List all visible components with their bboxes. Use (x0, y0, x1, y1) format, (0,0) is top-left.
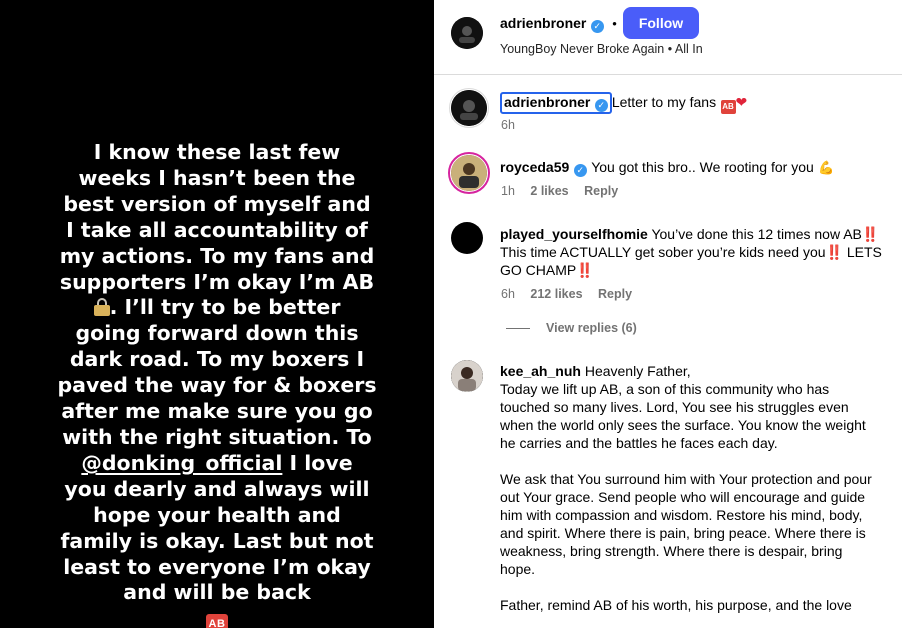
verified-icon: ✓ (594, 99, 608, 112)
story-line: with the right situation. To (62, 424, 372, 449)
comment-line: GO CHAMP‼️ (500, 261, 896, 279)
comment-likes[interactable]: 2 likes (530, 184, 568, 198)
avatar-ring (449, 88, 489, 128)
comment: kee_ah_nuh Heavenly Father, Today we lif… (500, 362, 898, 614)
comment-line: Father, remind AB of his worth, his purp… (500, 597, 852, 613)
comment-line: weakness, bring strength. Where there is… (500, 543, 843, 559)
double-exclamation-icon: ‼️ (825, 244, 843, 260)
caption-time: 6h (501, 118, 515, 132)
story-line-text: I love (282, 450, 353, 475)
comment-text: LETS (842, 244, 882, 260)
comment-line (500, 578, 898, 596)
story-line: dark road. To my boxers I (69, 347, 365, 372)
comment-line: hope. (500, 561, 536, 577)
verified-icon: ✓ (590, 20, 604, 33)
avatar[interactable] (451, 222, 483, 254)
story-image: I know these last few weeks I hasn’t bee… (0, 0, 434, 628)
story-line: and will be back (123, 580, 311, 605)
story-line: best version of myself and (63, 191, 371, 216)
ab-badge: AB (720, 100, 736, 114)
story-line: weeks I hasn’t been the (78, 165, 356, 190)
comment: royceda59 ✓ You got this bro.. We rootin… (500, 158, 890, 177)
story-mention: @donking_official (81, 450, 283, 475)
comment-text: Heavenly Father, (584, 363, 691, 379)
comment-text: You’ve done this 12 times now AB (651, 226, 862, 242)
avatar[interactable] (451, 17, 483, 49)
comment-line: out Your grace. Send people who will enc… (500, 489, 866, 505)
comment-line: him with compassion and wisdom. Restore … (500, 507, 863, 523)
reply-button[interactable]: Reply (584, 184, 618, 198)
caption-row: adrienbroner ✓ Letter to my fans AB ❤ (500, 92, 747, 114)
story-line: supporters I’m okay I’m AB (59, 269, 375, 294)
comment-line (500, 452, 898, 470)
double-exclamation-icon: ‼️ (576, 262, 594, 278)
audio-info[interactable]: YoungBoy Never Broke Again • All In (500, 42, 703, 56)
avatar[interactable] (451, 360, 483, 392)
story-line: . I’ll try to be better (6, 295, 428, 321)
comment-username[interactable]: played_yourselfhomie (500, 226, 648, 242)
caption-username[interactable]: adrienbroner (504, 94, 590, 110)
follow-button[interactable]: Follow (623, 7, 699, 39)
comment-username[interactable]: kee_ah_nuh (500, 363, 581, 379)
comment-username[interactable]: royceda59 (500, 159, 569, 175)
comment-line: he carries and the battles he faces each… (500, 435, 778, 451)
story-line: going forward down this (75, 321, 359, 346)
story-line: my actions. To my fans and (59, 243, 375, 268)
view-replies-button[interactable]: View replies (6) (546, 321, 637, 335)
comment-line: Today we lift up AB, a son of this commu… (500, 381, 830, 397)
story-line: after me make sure you go (61, 399, 373, 424)
story-line: hope your health and (93, 502, 341, 527)
comments-panel: adrienbroner ✓ • Follow YoungBoy Never B… (434, 0, 902, 628)
comment-line: kee_ah_nuh Heavenly Father, (500, 362, 898, 380)
comment-line: and spirit. Where there is pain, bring p… (500, 525, 866, 541)
reply-button[interactable]: Reply (598, 287, 632, 301)
comment-line: This time ACTUALLY get sober you’re kids… (500, 243, 896, 261)
verified-icon: ✓ (573, 164, 587, 177)
comment-line: We ask that You surround him with Your p… (500, 471, 872, 487)
comment: played_yourselfhomie You’ve done this 12… (500, 225, 896, 279)
comment-time: 6h (501, 287, 515, 301)
comment-likes[interactable]: 212 likes (530, 287, 582, 301)
comment-text: This time ACTUALLY get sober you’re kids… (500, 244, 826, 260)
comment-line: played_yourselfhomie You’ve done this 12… (500, 225, 896, 243)
story-line: I take all accountability of (66, 217, 368, 242)
story-line: you dearly and always will (64, 476, 370, 501)
post-header: adrienbroner ✓ • Follow YoungBoy Never B… (434, 0, 902, 75)
story-ring (448, 152, 490, 194)
replies-line (506, 328, 530, 329)
comment-text: GO CHAMP (500, 262, 577, 278)
comment-meta: 6h 212 likes Reply (501, 287, 632, 301)
heart-icon: ❤ (735, 94, 748, 110)
comment-meta: 1h 2 likes Reply (501, 184, 618, 198)
story-line: paved the way for & boxers (57, 373, 377, 398)
story-line: family is okay. Last but not (60, 528, 374, 553)
story-line: @donking_official I love (6, 451, 428, 477)
story-text: I know these last few weeks I hasn’t bee… (6, 140, 428, 628)
comment-line: when the world only sees the surface. Yo… (500, 417, 866, 433)
story-line: AB (6, 608, 428, 628)
comment-text: You got this bro.. We rooting for you (591, 159, 814, 175)
double-exclamation-icon: ‼️ (861, 226, 880, 242)
separator: • (612, 16, 617, 31)
story-line: least to everyone I’m okay (63, 554, 371, 579)
story-line-text: . I’ll try to be better (109, 295, 341, 320)
header-username[interactable]: adrienbroner (500, 15, 586, 31)
lock-icon (93, 298, 110, 317)
caption-username-box[interactable]: adrienbroner ✓ (500, 92, 612, 114)
story-line: I know these last few (93, 140, 341, 164)
comment-line: touched so many lives. Lord, You see his… (500, 399, 849, 415)
ab-badge: AB (206, 614, 228, 628)
header-user-row: adrienbroner ✓ • (500, 15, 617, 33)
flexed-biceps-icon: 💪 (818, 160, 835, 175)
comment-time: 1h (501, 184, 515, 198)
caption-text: Letter to my fans (611, 94, 717, 110)
